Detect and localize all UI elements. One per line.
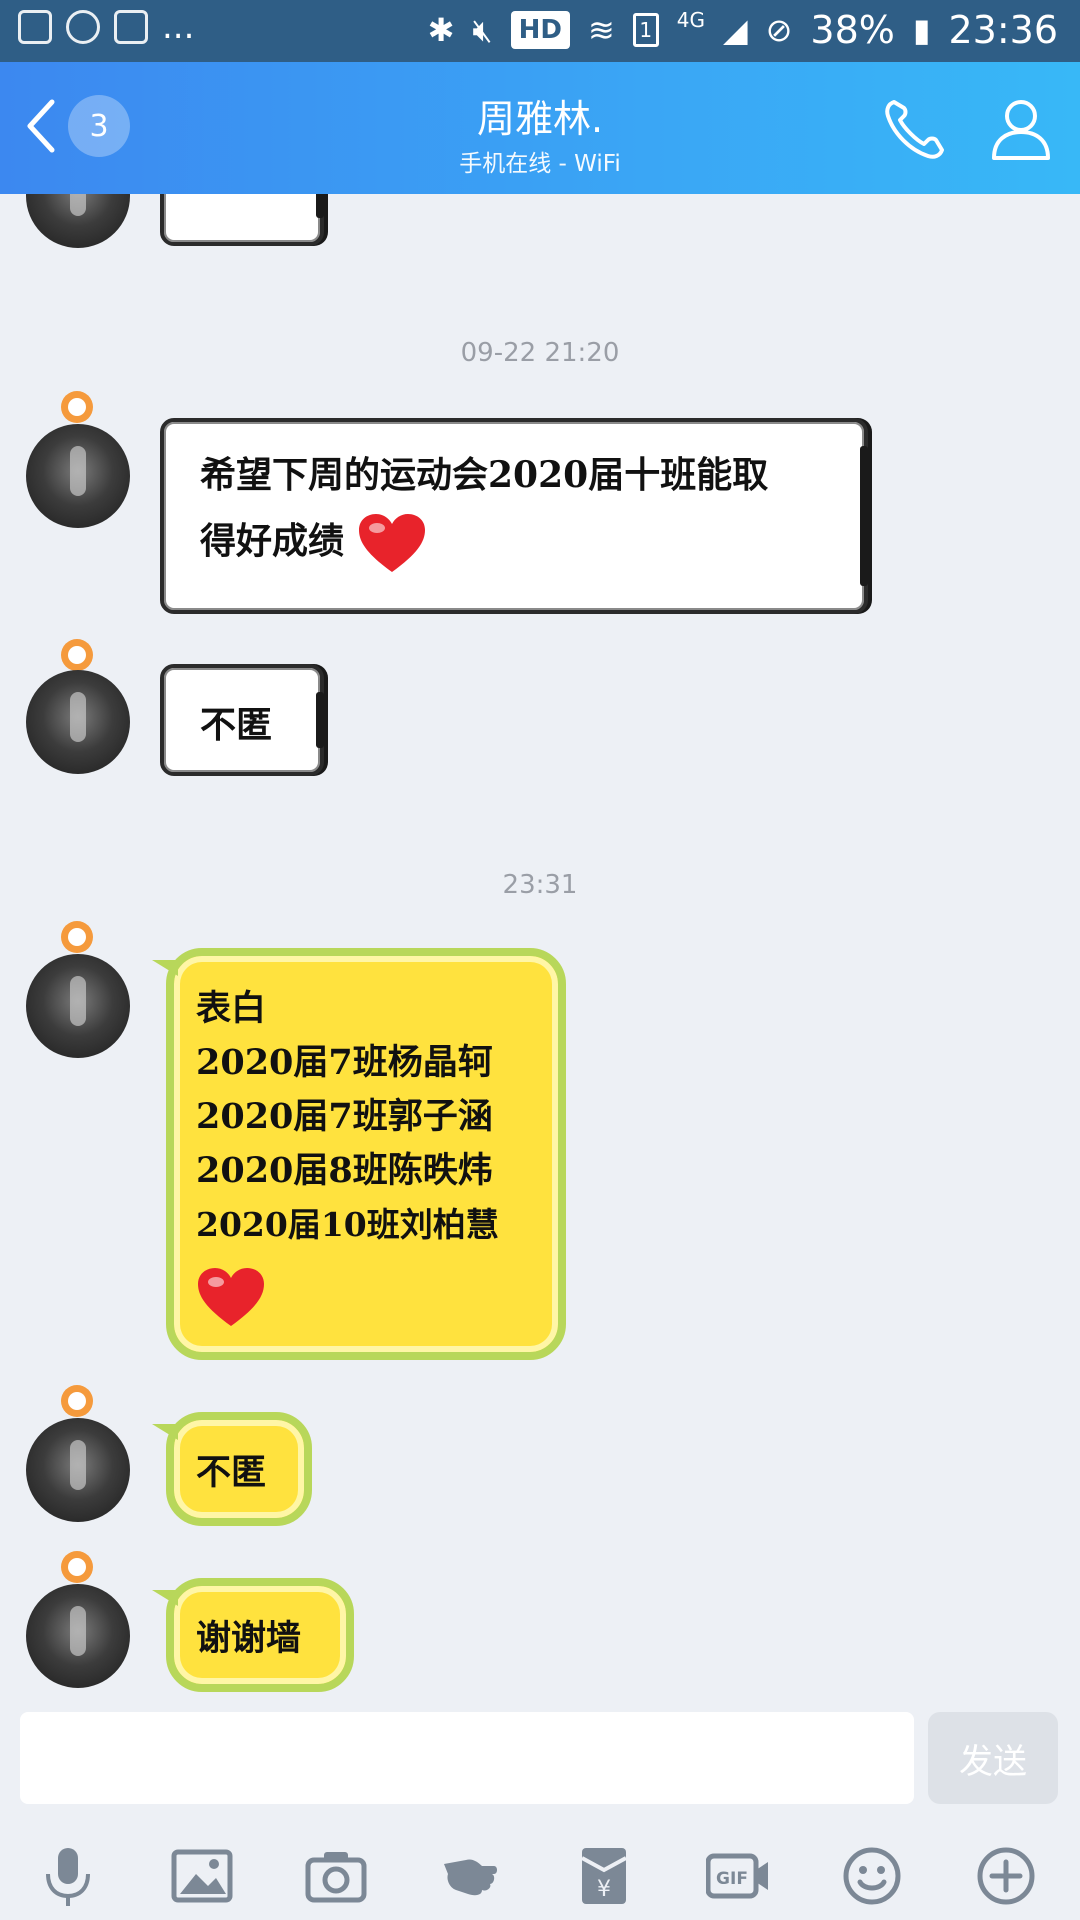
more-notifications: ... (162, 7, 195, 47)
avatar[interactable] (26, 1584, 130, 1688)
gif-icon: GIF (705, 1853, 768, 1899)
message-bubble[interactable]: 表白 2020届7班杨晶轲 2020届7班郭子涵 2020届8班陈昳炜 2020… (152, 948, 566, 1360)
chat-header: 3 周雅林. 手机在线 - WiFi (0, 62, 1080, 194)
avatar[interactable] (26, 424, 130, 528)
file-notification-icon (114, 10, 148, 44)
message-text: 2020届7班郭子涵 (196, 1096, 493, 1137)
signal-icon: ◢ (722, 11, 748, 49)
message-text: 得好成绩 (200, 520, 345, 562)
system-status: ✱ 🔇︎ HD ≋ 1 4G ◢ ⊘ 38% ▮ 23:36 (428, 8, 1058, 52)
mute-icon: 🔇︎ (472, 10, 493, 49)
clock: 23:36 (948, 8, 1058, 52)
image-button[interactable] (170, 1844, 234, 1908)
sim-icon: 1 (632, 13, 659, 47)
status-bar: ... ✱ 🔇︎ HD ≋ 1 4G ◢ ⊘ 38% ▮ 23:36 (0, 0, 1080, 62)
flower-badge-icon (61, 391, 93, 423)
camera-icon (305, 1852, 367, 1903)
input-toolbar: ¥ GIF (0, 1830, 1080, 1920)
message-bubble[interactable]: 不匿 (152, 1412, 312, 1526)
mic-icon (46, 1848, 90, 1906)
message-text: 2020届7班杨晶轲 (196, 1042, 493, 1083)
image-icon (171, 1849, 233, 1903)
battery-percent: 38% (810, 8, 895, 52)
flower-badge-icon (61, 921, 93, 953)
message-bubble[interactable]: 不匿 (160, 664, 324, 776)
camera-button[interactable] (304, 1844, 368, 1908)
profile-button[interactable] (986, 94, 1056, 164)
network-type: 4G (676, 8, 705, 32)
dnd-icon: ⊘ (765, 11, 793, 49)
svg-text:¥: ¥ (597, 1877, 611, 1902)
message-text: 2020届8班陈昳炜 (196, 1150, 493, 1191)
message-text: 不匿 (200, 704, 273, 746)
gif-button[interactable]: GIF (705, 1844, 770, 1908)
avatar[interactable] (26, 1418, 130, 1522)
flower-badge-icon (61, 1551, 93, 1583)
emoji-icon (843, 1847, 901, 1905)
heart-emoji-icon (198, 1268, 264, 1326)
poke-button[interactable] (438, 1844, 502, 1908)
timestamp: 09-22 21:20 (460, 338, 620, 368)
message-text: 不匿 (196, 1452, 267, 1493)
avatar[interactable] (26, 194, 130, 248)
phone-icon (885, 100, 944, 159)
call-button[interactable] (880, 94, 950, 164)
voice-button[interactable] (36, 1844, 100, 1908)
message-text: 表白 (196, 988, 267, 1029)
red-packet-button[interactable]: ¥ (572, 1844, 636, 1908)
input-area: 发送 ¥ GIF (0, 1710, 1080, 1920)
emoji-button[interactable] (840, 1844, 904, 1908)
plus-icon (977, 1847, 1035, 1905)
poke-icon (444, 1859, 497, 1896)
message-bubble[interactable]: 希望下周的运动会2020届十班能取 得好成绩 (160, 418, 868, 614)
flower-badge-icon (61, 1385, 93, 1417)
message-bubble-partial[interactable] (160, 194, 324, 246)
gallery-notification-icon (18, 10, 52, 44)
svg-text:GIF: GIF (716, 1869, 748, 1889)
app-notification-icon (66, 10, 100, 44)
timestamp: 23:31 (502, 870, 578, 900)
send-button[interactable]: 发送 (928, 1712, 1058, 1804)
battery-icon: ▮ (912, 11, 931, 49)
heart-emoji-icon (358, 514, 425, 572)
message-input[interactable] (20, 1712, 914, 1804)
message-list[interactable]: 09-22 21:20 希望下周的运动会2020届十班能取 得好成绩 不匿 23… (0, 194, 1080, 1710)
message-text: 希望下周的运动会2020届十班能取 (200, 454, 769, 496)
avatar[interactable] (26, 670, 130, 774)
more-button[interactable] (974, 1844, 1038, 1908)
notification-icons: ... (18, 10, 194, 44)
red-packet-icon: ¥ (581, 1848, 627, 1904)
wifi-icon: ≋ (587, 11, 615, 49)
hd-badge: HD (510, 11, 570, 49)
bluetooth-icon: ✱ (427, 11, 455, 49)
message-text: 谢谢墙 (196, 1618, 302, 1659)
message-bubble[interactable]: 谢谢墙 (152, 1578, 354, 1692)
person-icon (992, 100, 1050, 160)
avatar[interactable] (26, 954, 130, 1058)
message-text: 2020届10班刘柏慧 (196, 1205, 499, 1244)
